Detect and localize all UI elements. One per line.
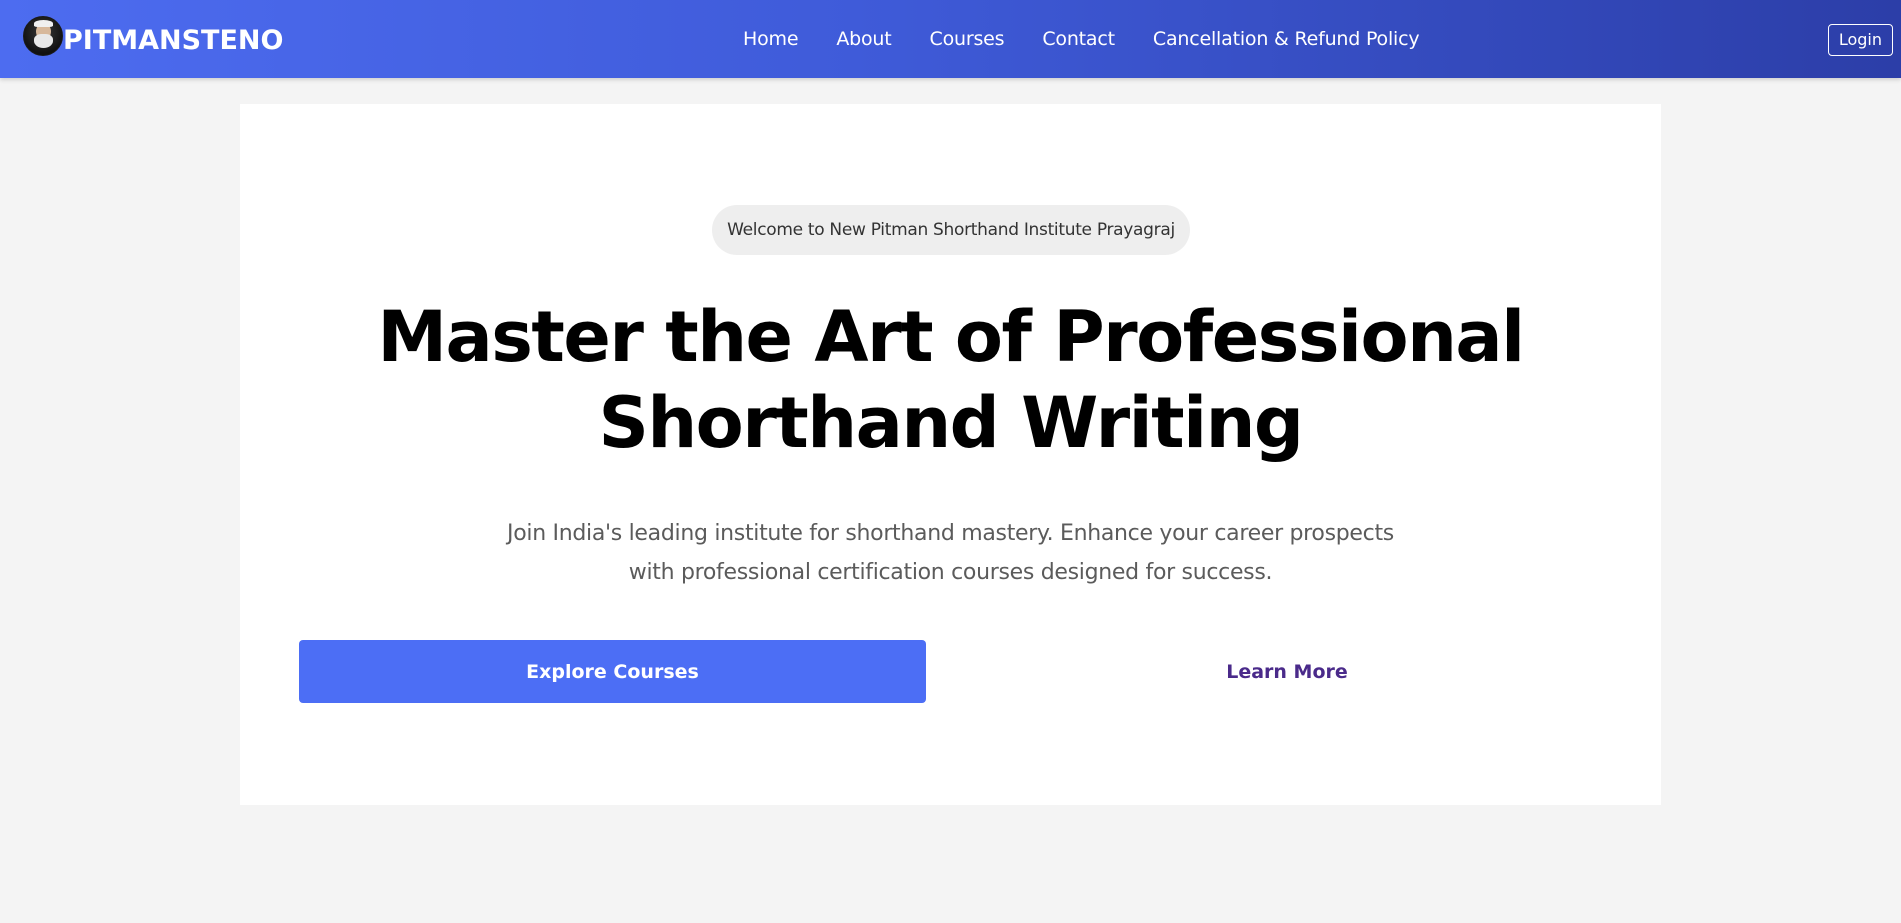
hero-subtitle-line-2: with professional certification courses … (628, 560, 1273, 585)
nav-courses-link[interactable]: Courses (930, 28, 1005, 50)
main-nav: Home About Courses Contact Cancellation … (743, 0, 1457, 78)
hero-headline-line-2: Shorthand Writing (598, 382, 1304, 464)
hero-headline-line-1: Master the Art of Professional (377, 296, 1525, 378)
hero-section: Welcome to New Pitman Shorthand Institut… (240, 104, 1661, 805)
hero-subtitle-line-1: Join India's leading institute for short… (507, 521, 1394, 546)
hero-subtitle: Join India's leading institute for short… (240, 514, 1661, 592)
login-button[interactable]: Login (1827, 24, 1893, 56)
welcome-badge: Welcome to New Pitman Shorthand Institut… (712, 205, 1190, 255)
top-navbar: PITMANSTENO Home About Courses Contact C… (0, 0, 1901, 78)
explore-courses-button[interactable]: Explore Courses (299, 640, 926, 703)
avatar-logo-icon (23, 16, 63, 56)
brand-link[interactable]: PITMANSTENO (23, 14, 283, 58)
nav-refund-policy-link[interactable]: Cancellation & Refund Policy (1153, 28, 1420, 50)
brand-name: PITMANSTENO (63, 24, 284, 56)
learn-more-link[interactable]: Learn More (970, 640, 1604, 703)
hero-headline: Master the Art of Professional Shorthand… (240, 294, 1661, 466)
nav-home-link[interactable]: Home (743, 28, 799, 50)
nav-about-link[interactable]: About (836, 28, 891, 50)
nav-contact-link[interactable]: Contact (1042, 28, 1115, 50)
